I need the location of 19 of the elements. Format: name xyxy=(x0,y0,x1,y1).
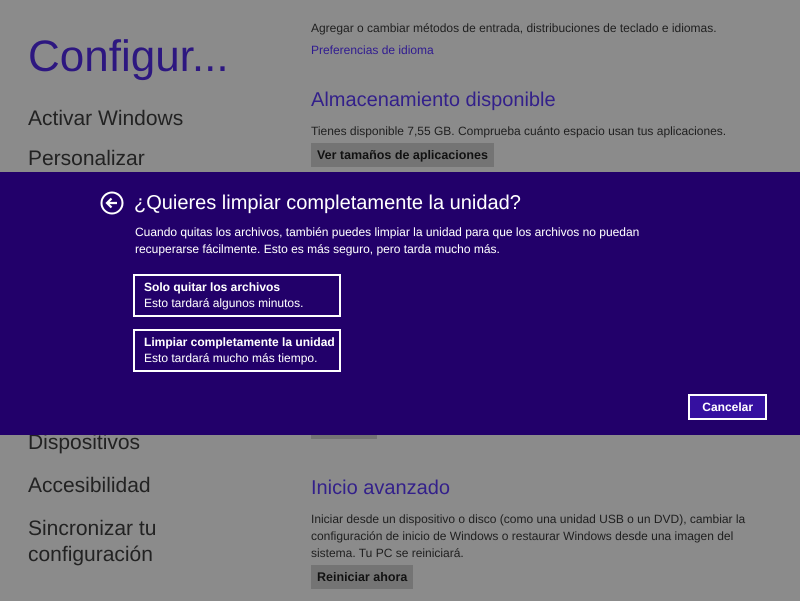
section-description: Iniciar desde un dispositivo o disco (como una unidad USB o un DVD), cambiar la configuración de inicio de Windows o restaurar Windows desde una imagen del sistema. Tu PC se reiniciará. xyxy=(311,511,746,562)
section-heading: Almacenamiento disponible xyxy=(311,88,556,113)
sidebar-item[interactable]: Activar Windows xyxy=(28,106,311,132)
sidebar-item[interactable]: Accesibilidad xyxy=(28,473,198,499)
dialog-description: Cuando quitas los archivos, también puedes limpiar la unidad para que los archivos no puedan recuperarse fácilmente. Esto es más seguro, pero tarda mucho más. xyxy=(135,224,640,258)
section-description: Agregar o cambiar métodos de entrada, distribuciones de teclado e idiomas. xyxy=(311,20,718,37)
dialog-title: ¿Quieres limpiar completamente la unidad? xyxy=(134,191,521,216)
sidebar-item[interactable]: Personalizar xyxy=(28,146,311,172)
app-sizes-button[interactable]: Ver tamaños de aplicaciones xyxy=(311,143,494,167)
section-description: Tienes disponible 7,55 GB. Comprueba cuánto espacio usan tus aplicaciones. xyxy=(311,123,728,140)
back-icon[interactable] xyxy=(100,191,124,215)
sidebar-item[interactable]: Sincronizar tu configuración xyxy=(28,516,198,568)
restart-now-button[interactable]: Reiniciar ahora xyxy=(311,565,414,589)
section-heading: Inicio avanzado xyxy=(311,476,450,501)
cancel-button[interactable]: Cancelar xyxy=(688,394,767,420)
option-button[interactable]: Limpiar completamente la unidad Esto tardará mucho más tiempo. xyxy=(133,329,341,372)
sidebar-title: Configur... xyxy=(28,31,230,83)
language-preferences-link[interactable]: Preferencias de idioma xyxy=(311,41,434,59)
option-button[interactable]: Solo quitar los archivos Esto tardará algunos minutos. xyxy=(133,274,341,317)
